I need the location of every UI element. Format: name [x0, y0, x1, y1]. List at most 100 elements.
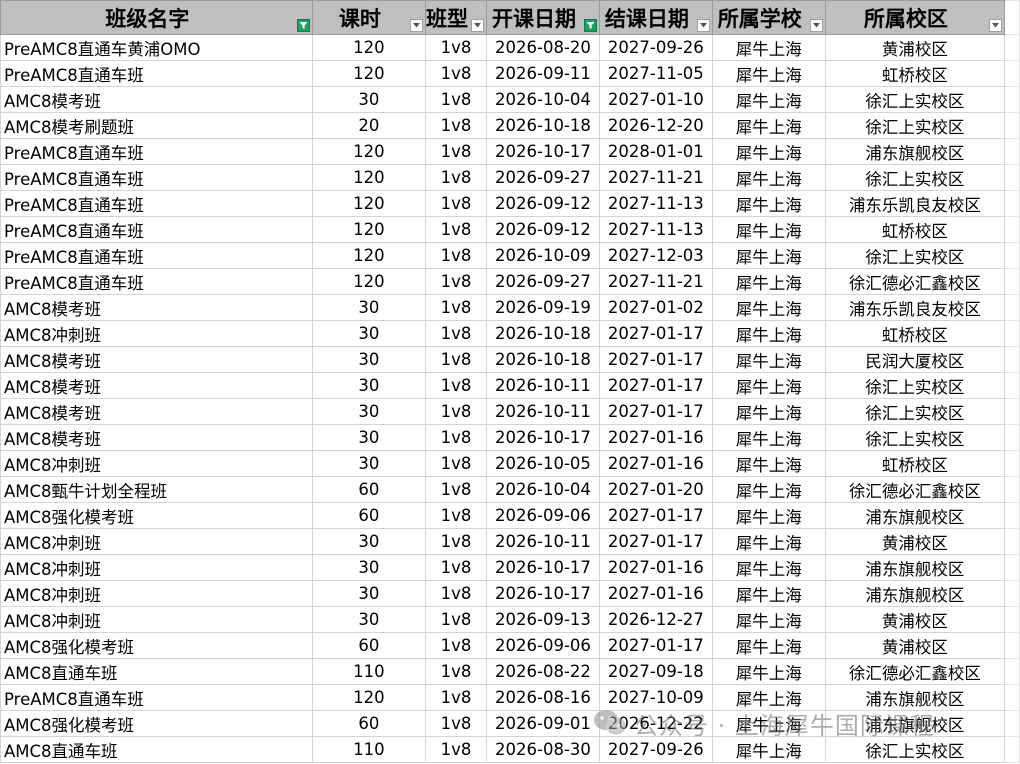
cell-class-name[interactable]: AMC8冲刺班 [0, 320, 313, 347]
filter-dropdown-icon[interactable] [410, 19, 424, 32]
empty-cell[interactable] [1004, 684, 1020, 711]
cell-school[interactable]: 犀牛上海 [711, 528, 826, 555]
empty-cell[interactable] [1004, 190, 1020, 217]
empty-cell[interactable] [1004, 138, 1020, 165]
cell-school[interactable]: 犀牛上海 [711, 320, 826, 347]
cell-class-name[interactable]: AMC8模考班 [0, 86, 313, 113]
cell-end-date[interactable]: 2027-09-18 [598, 658, 713, 685]
empty-cell[interactable] [1004, 216, 1020, 243]
cell-hours[interactable]: 120 [311, 216, 427, 243]
empty-cell[interactable] [1004, 658, 1020, 685]
cell-school[interactable]: 犀牛上海 [711, 138, 826, 165]
cell-class-name[interactable]: AMC8强化模考班 [0, 710, 313, 737]
cell-start-date[interactable]: 2026-09-12 [486, 216, 600, 243]
cell-hours[interactable]: 30 [311, 424, 427, 451]
cell-class-type[interactable]: 1v8 [425, 606, 488, 633]
filter-active-icon[interactable] [296, 19, 310, 32]
cell-hours[interactable]: 110 [311, 736, 427, 763]
cell-school[interactable]: 犀牛上海 [711, 658, 826, 685]
cell-class-type[interactable]: 1v8 [425, 164, 488, 191]
cell-class-name[interactable]: PreAMC8直通车班 [0, 242, 313, 269]
cell-hours[interactable]: 120 [311, 60, 427, 87]
cell-class-type[interactable]: 1v8 [425, 632, 488, 659]
cell-class-type[interactable]: 1v8 [425, 86, 488, 113]
cell-class-name[interactable]: AMC8模考班 [0, 346, 313, 373]
filter-dropdown-icon[interactable] [989, 19, 1003, 32]
cell-hours[interactable]: 20 [311, 112, 427, 139]
cell-school[interactable]: 犀牛上海 [711, 216, 826, 243]
cell-start-date[interactable]: 2026-08-16 [486, 684, 600, 711]
cell-class-name[interactable]: AMC8模考刷题班 [0, 112, 313, 139]
cell-campus[interactable]: 虹桥校区 [824, 60, 1006, 87]
cell-start-date[interactable]: 2026-10-05 [486, 450, 600, 477]
cell-end-date[interactable]: 2027-01-16 [598, 424, 713, 451]
cell-start-date[interactable]: 2026-09-12 [486, 190, 600, 217]
cell-class-name[interactable]: PreAMC8直通车班 [0, 164, 313, 191]
cell-hours[interactable]: 30 [311, 294, 427, 321]
cell-school[interactable]: 犀牛上海 [711, 632, 826, 659]
cell-class-type[interactable]: 1v8 [425, 346, 488, 373]
cell-class-type[interactable]: 1v8 [425, 372, 488, 399]
cell-class-type[interactable]: 1v8 [425, 684, 488, 711]
empty-cell[interactable] [1004, 268, 1020, 295]
cell-class-name[interactable]: PreAMC8直通车班 [0, 268, 313, 295]
cell-hours[interactable]: 60 [311, 710, 427, 737]
cell-class-name[interactable]: AMC8甄牛计划全程班 [0, 476, 313, 503]
cell-start-date[interactable]: 2026-09-13 [486, 606, 600, 633]
cell-end-date[interactable]: 2027-01-17 [598, 528, 713, 555]
cell-campus[interactable]: 徐汇上实校区 [824, 242, 1006, 269]
cell-campus[interactable]: 徐汇上实校区 [824, 164, 1006, 191]
cell-school[interactable]: 犀牛上海 [711, 86, 826, 113]
cell-campus[interactable]: 徐汇德必汇鑫校区 [824, 268, 1006, 295]
cell-end-date[interactable]: 2027-11-13 [598, 190, 713, 217]
cell-school[interactable]: 犀牛上海 [711, 502, 826, 529]
empty-cell[interactable] [1004, 242, 1020, 269]
cell-campus[interactable]: 浦东旗舰校区 [824, 710, 1006, 737]
cell-school[interactable]: 犀牛上海 [711, 268, 826, 295]
cell-school[interactable]: 犀牛上海 [711, 710, 826, 737]
cell-start-date[interactable]: 2026-10-04 [486, 86, 600, 113]
cell-school[interactable]: 犀牛上海 [711, 346, 826, 373]
empty-cell[interactable] [1004, 60, 1020, 87]
cell-end-date[interactable]: 2027-01-17 [598, 502, 713, 529]
cell-class-type[interactable]: 1v8 [425, 424, 488, 451]
cell-class-name[interactable]: PreAMC8直通车班 [0, 190, 313, 217]
cell-campus[interactable]: 浦东旗舰校区 [824, 138, 1006, 165]
cell-school[interactable]: 犀牛上海 [711, 554, 826, 581]
cell-end-date[interactable]: 2027-01-10 [598, 86, 713, 113]
cell-campus[interactable]: 徐汇上实校区 [824, 372, 1006, 399]
cell-class-name[interactable]: AMC8模考班 [0, 294, 313, 321]
cell-start-date[interactable]: 2026-10-18 [486, 346, 600, 373]
cell-start-date[interactable]: 2026-09-01 [486, 710, 600, 737]
empty-cell[interactable] [1004, 528, 1020, 555]
cell-hours[interactable]: 120 [311, 268, 427, 295]
cell-hours[interactable]: 30 [311, 528, 427, 555]
cell-class-name[interactable]: AMC8强化模考班 [0, 502, 313, 529]
cell-class-name[interactable]: AMC8冲刺班 [0, 528, 313, 555]
cell-hours[interactable]: 30 [311, 346, 427, 373]
empty-cell[interactable] [1004, 450, 1020, 477]
cell-school[interactable]: 犀牛上海 [711, 684, 826, 711]
cell-hours[interactable]: 30 [311, 86, 427, 113]
cell-class-type[interactable]: 1v8 [425, 710, 488, 737]
cell-school[interactable]: 犀牛上海 [711, 164, 826, 191]
cell-school[interactable]: 犀牛上海 [711, 372, 826, 399]
cell-start-date[interactable]: 2026-09-19 [486, 294, 600, 321]
cell-campus[interactable]: 浦东旗舰校区 [824, 502, 1006, 529]
cell-end-date[interactable]: 2027-01-16 [598, 580, 713, 607]
cell-class-name[interactable]: AMC8强化模考班 [0, 632, 313, 659]
cell-start-date[interactable]: 2026-10-17 [486, 580, 600, 607]
empty-cell[interactable] [1004, 606, 1020, 633]
empty-cell[interactable] [1004, 736, 1020, 763]
cell-campus[interactable]: 虹桥校区 [824, 216, 1006, 243]
cell-start-date[interactable]: 2026-09-27 [486, 164, 600, 191]
empty-header-cell[interactable] [1004, 0, 1020, 35]
cell-start-date[interactable]: 2026-09-06 [486, 632, 600, 659]
cell-start-date[interactable]: 2026-10-09 [486, 242, 600, 269]
empty-cell[interactable] [1004, 424, 1020, 451]
filter-active-icon[interactable] [583, 19, 597, 32]
cell-school[interactable]: 犀牛上海 [711, 450, 826, 477]
cell-class-type[interactable]: 1v8 [425, 398, 488, 425]
cell-hours[interactable]: 60 [311, 502, 427, 529]
cell-class-type[interactable]: 1v8 [425, 320, 488, 347]
